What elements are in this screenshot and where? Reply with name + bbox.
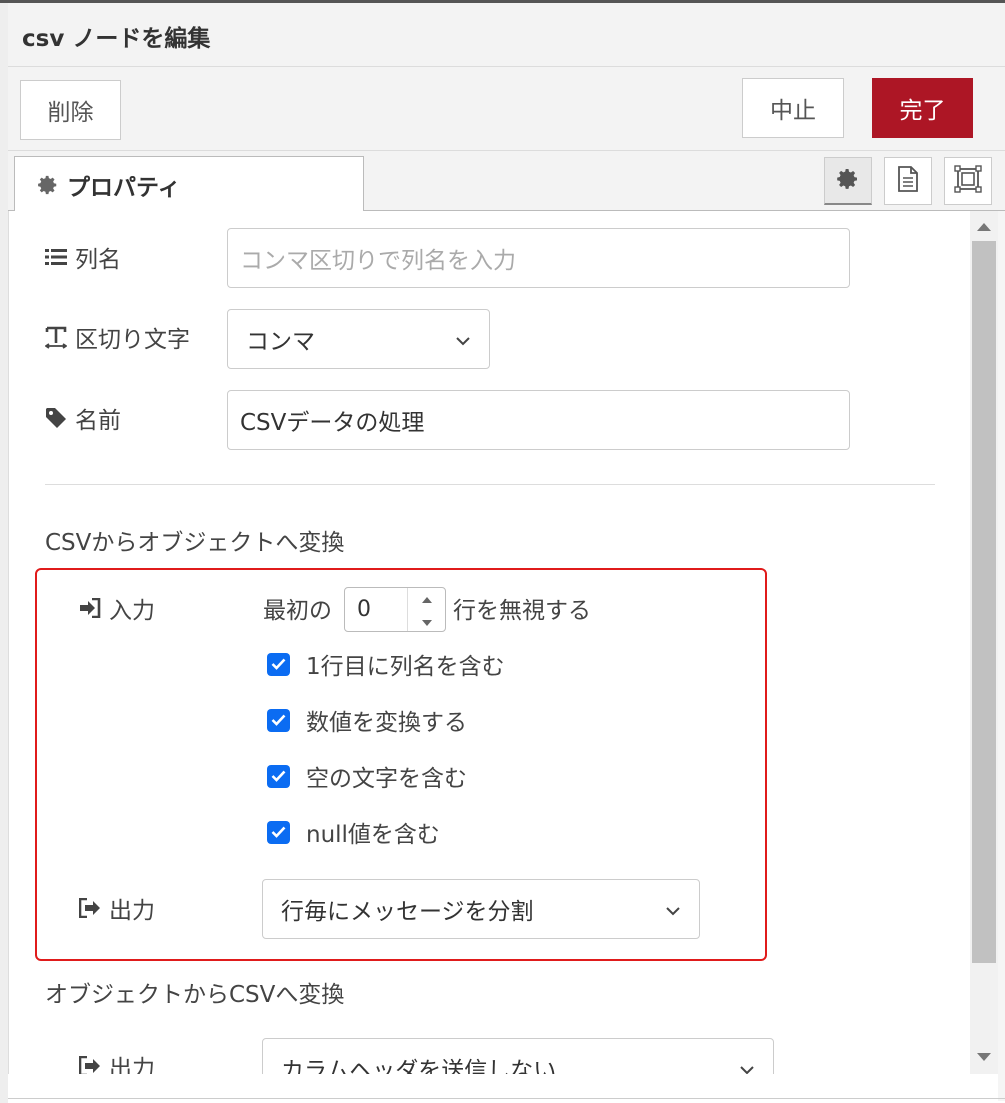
left-gutter [0, 3, 8, 1103]
sign-in-icon [79, 598, 101, 618]
tab-properties-label: プロパティ [67, 174, 181, 201]
skip-lines-value: 0 [357, 597, 371, 622]
name-label: 名前 [45, 401, 121, 435]
chevron-down-icon [739, 1055, 755, 1074]
text-type-icon [45, 325, 67, 349]
tab-bar: プロパティ [8, 151, 1005, 212]
spinner-down-icon[interactable] [421, 612, 433, 631]
checkbox-include-null[interactable]: null値を含む [267, 815, 440, 849]
scroll-down-arrow[interactable] [977, 1053, 991, 1061]
dialog-header: csv ノードを編集 [8, 3, 1005, 67]
bottom-edge [8, 1098, 1005, 1099]
sign-out-icon [79, 1056, 101, 1074]
scroll-thumb[interactable] [972, 241, 996, 963]
tab-appearance-button[interactable] [944, 157, 992, 205]
gear-icon [836, 167, 860, 195]
output-label: 出力 [79, 891, 155, 925]
header-mode-value: カラムヘッダを送信しない [281, 1058, 557, 1074]
output-mode-value: 行毎にメッセージを分割 [281, 899, 534, 925]
checkbox-header-row[interactable]: 1行目に列名を含む [267, 647, 505, 681]
separator-select[interactable]: コンマ [227, 309, 490, 369]
document-icon [897, 166, 919, 196]
cancel-button[interactable]: 中止 [742, 78, 844, 138]
skip-lines-spinner[interactable]: 0 [344, 587, 446, 632]
header-mode-select[interactable]: カラムヘッダを送信しない [262, 1038, 774, 1074]
chevron-down-icon [455, 326, 471, 352]
dialog-title: csv ノードを編集 [22, 26, 211, 52]
columns-label: 列名 [45, 240, 121, 274]
section-divider [45, 484, 935, 485]
checkbox-include-empty[interactable]: 空の文字を含む [267, 759, 467, 793]
checkbox-parse-numbers[interactable]: 数値を変換する [267, 703, 467, 737]
dialog-toolbar: 削除 中止 完了 [8, 67, 1005, 151]
separator-label: 区切り文字 [45, 320, 190, 354]
object-to-csv-title: オブジェクトからCSVへ変換 [45, 982, 345, 1008]
tag-icon [45, 407, 67, 429]
input-label: 入力 [79, 591, 155, 625]
delete-button[interactable]: 削除 [20, 80, 121, 140]
sign-out-icon [79, 898, 101, 918]
gear-icon [37, 174, 59, 196]
spinner-up-icon[interactable] [421, 589, 433, 608]
tab-description-button[interactable] [884, 157, 932, 205]
checkbox-checked[interactable] [267, 652, 290, 676]
columns-input-placeholder: コンマ区切りで列名を入力 [240, 248, 516, 274]
scroll-up-arrow[interactable] [977, 223, 991, 231]
tab-settings-icon-button[interactable] [824, 157, 872, 205]
skip-suffix-text: 行を無視する [453, 598, 591, 624]
checkbox-checked[interactable] [267, 820, 290, 844]
skip-prefix-text: 最初の [263, 598, 332, 624]
tab-properties[interactable]: プロパティ [14, 156, 364, 212]
vertical-scrollbar[interactable] [970, 211, 998, 1074]
columns-input[interactable]: コンマ区切りで列名を入力 [227, 228, 850, 288]
csv-to-object-title: CSVからオブジェクトへ変換 [45, 530, 345, 556]
checkbox-checked[interactable] [267, 708, 290, 732]
properties-panel: 列名 コンマ区切りで列名を入力 区切り文字 コンマ 名前 CSVデータの処理 C… [8, 211, 970, 1074]
done-button[interactable]: 完了 [872, 78, 973, 138]
csv-output-label: 出力 [79, 1049, 155, 1074]
output-mode-select[interactable]: 行毎にメッセージを分割 [262, 879, 700, 939]
name-input-value: CSVデータの処理 [240, 410, 425, 436]
checkbox-checked[interactable] [267, 764, 290, 788]
right-gutter [998, 211, 1005, 1101]
list-icon [45, 248, 67, 266]
name-input[interactable]: CSVデータの処理 [227, 390, 850, 450]
chevron-down-icon [665, 896, 681, 922]
node-frame-icon [954, 165, 982, 197]
separator-select-value: コンマ [246, 329, 315, 355]
